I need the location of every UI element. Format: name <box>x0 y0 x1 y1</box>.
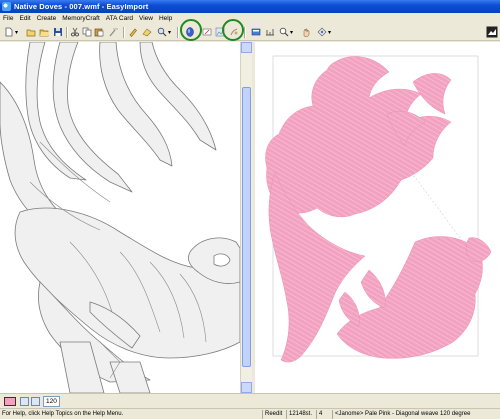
preview-icon[interactable] <box>486 26 498 38</box>
open-icon[interactable] <box>26 27 36 37</box>
app-icon <box>2 2 11 11</box>
menu-edit[interactable]: Edit <box>19 15 30 22</box>
status-help-text: For Help, click Help Topics on the Help … <box>2 411 124 417</box>
dove-embroidery-preview <box>265 55 492 363</box>
view-icon[interactable] <box>251 27 261 37</box>
palette-icon[interactable] <box>317 27 327 37</box>
status-bar: For Help, click Help Topics on the Help … <box>0 408 500 419</box>
new-icon[interactable] <box>4 27 14 37</box>
thread-color-swatch[interactable] <box>4 397 16 406</box>
status-mode: Reedit <box>262 410 286 419</box>
scroll-up-arrow-icon[interactable] <box>241 42 252 53</box>
hand-icon[interactable] <box>301 27 311 37</box>
dove-outline-artwork <box>0 42 240 393</box>
scrollbar-thumb[interactable] <box>242 87 251 367</box>
menu-bar: File Edit Create MemoryCraft ATA Card Vi… <box>0 13 500 24</box>
menu-memorycraft[interactable]: MemoryCraft <box>62 15 100 22</box>
status-count: 4 <box>316 410 332 419</box>
left-pane-vertical-scrollbar[interactable] <box>240 42 252 393</box>
thread-list-icon[interactable] <box>31 397 40 406</box>
paste-icon[interactable] <box>94 27 104 37</box>
menu-file[interactable]: File <box>3 15 13 22</box>
toolbar-separator <box>177 27 178 38</box>
menu-help[interactable]: Help <box>159 15 172 22</box>
wand-icon[interactable] <box>108 27 118 37</box>
toolbar-separator <box>244 27 245 38</box>
copy-icon[interactable] <box>82 27 92 37</box>
menu-ata-card[interactable]: ATA Card <box>106 15 133 22</box>
zoom-view-dropdown-chevron-icon[interactable]: ▾ <box>290 29 293 36</box>
outline-canvas[interactable] <box>0 42 240 393</box>
eraser-icon[interactable] <box>142 27 152 37</box>
dove-stitches <box>265 56 492 363</box>
thread-grid-icon[interactable] <box>20 397 29 406</box>
menu-create[interactable]: Create <box>37 15 57 22</box>
embroidery-preview-canvas[interactable] <box>255 42 500 393</box>
toolbar-separator <box>123 27 124 38</box>
cut-icon[interactable] <box>70 27 80 37</box>
window-title: Native Doves - 007.wmf - EasyImport <box>14 2 149 11</box>
pencil-icon[interactable] <box>128 27 138 37</box>
status-thread-info: <Janome> Pale Pink - Diagonal weave 120 … <box>332 410 500 419</box>
scroll-down-arrow-icon[interactable] <box>241 382 252 393</box>
zoom-icon[interactable] <box>157 27 167 37</box>
title-bar: Native Doves - 007.wmf - EasyImport <box>0 0 500 13</box>
save-icon[interactable] <box>53 27 63 37</box>
thread-number: 120 <box>43 396 60 407</box>
status-stitch-count: 12148st. <box>286 410 316 419</box>
measure-icon[interactable] <box>265 27 275 37</box>
new-dropdown-chevron-icon[interactable]: ▾ <box>15 29 18 36</box>
fill-icon[interactable] <box>202 27 212 37</box>
toolbar: ▾ ▾ ▾ ▾ <box>0 24 500 41</box>
highlight-ring-scanner-tool <box>222 19 244 41</box>
thread-swatch-bar: 120 <box>0 393 500 408</box>
toolbar-separator <box>66 27 67 38</box>
zoom-view-icon[interactable] <box>279 27 289 37</box>
menu-view[interactable]: View <box>139 15 153 22</box>
palette-dropdown-chevron-icon[interactable]: ▾ <box>328 29 331 36</box>
open-folder-icon[interactable] <box>39 27 49 37</box>
zoom-dropdown-chevron-icon[interactable]: ▾ <box>168 29 171 36</box>
highlight-ring-oval-tool <box>180 19 202 41</box>
